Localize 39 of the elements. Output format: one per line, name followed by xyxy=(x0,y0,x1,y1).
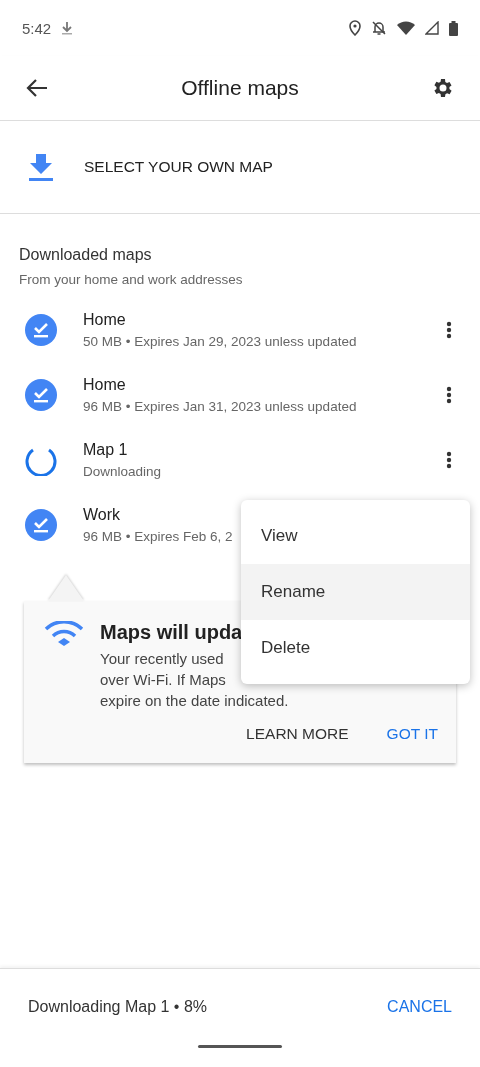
home-handle[interactable] xyxy=(198,1045,282,1048)
download-icon xyxy=(28,153,54,181)
download-done-icon xyxy=(25,378,57,411)
more-vert-icon xyxy=(446,320,452,339)
download-done-icon xyxy=(25,313,57,346)
wifi-icon xyxy=(44,621,84,649)
learn-more-button[interactable]: LEARN MORE xyxy=(246,725,349,743)
section-subtitle: From your home and work addresses xyxy=(19,272,244,287)
tip-text: Your recently used xyxy=(100,649,225,669)
map-name: Map 1 xyxy=(83,440,128,459)
wifi-icon xyxy=(397,21,415,35)
map-detail: 96 MB • Expires Jan 31, 2023 unless updated xyxy=(83,398,357,414)
map-detail: Downloading xyxy=(83,463,162,479)
more-vert-icon xyxy=(446,450,452,469)
page-title: Offline maps xyxy=(180,76,300,100)
download-status: Downloading Map 1 • 8% xyxy=(28,998,208,1016)
menu-item[interactable]: View xyxy=(241,508,470,564)
tip-text: over Wi-Fi. If Maps xyxy=(100,670,227,690)
map-name: Work xyxy=(83,505,121,524)
map-detail: 96 MB • Expires Feb 6, 2 xyxy=(83,528,233,544)
cancel-button[interactable]: CANCEL xyxy=(387,998,452,1016)
signal-icon xyxy=(425,21,439,35)
back-arrow-icon xyxy=(26,79,48,97)
tip-title: Maps will upda xyxy=(100,621,244,644)
download-done-icon xyxy=(25,508,57,541)
status-time: 5:42 xyxy=(22,19,52,37)
notifications-off-icon xyxy=(371,20,387,36)
map-name: Home xyxy=(83,375,126,394)
map-detail: 50 MB • Expires Jan 29, 2023 unless updated xyxy=(83,333,357,349)
section-title: Downloaded maps xyxy=(19,246,153,264)
menu-item[interactable]: Rename xyxy=(241,564,470,620)
tip-text: expire on the date indicated. xyxy=(100,691,289,711)
location-icon xyxy=(349,20,361,36)
download-icon xyxy=(61,21,74,35)
got-it-button[interactable]: GOT IT xyxy=(386,725,438,743)
more-vert-icon xyxy=(446,385,452,404)
battery-icon xyxy=(449,20,458,36)
map-name: Home xyxy=(83,310,126,329)
menu-item[interactable]: Delete xyxy=(241,620,470,676)
